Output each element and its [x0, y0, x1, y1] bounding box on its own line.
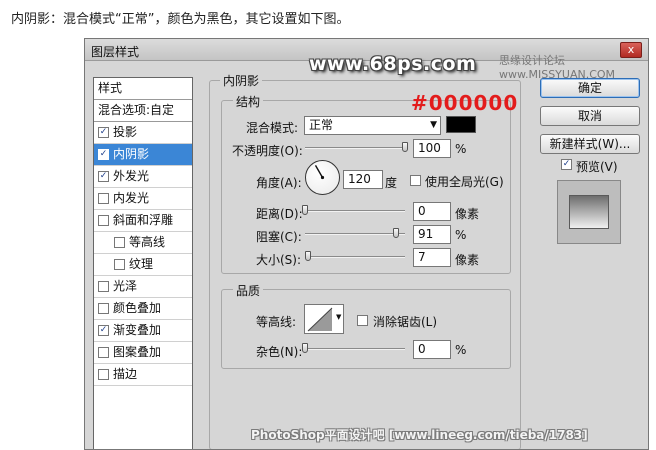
- distance-slider-thumb[interactable]: [302, 205, 308, 215]
- inner-shadow-title: 内阴影: [220, 72, 263, 89]
- angle-label: 角度(A):: [256, 176, 302, 190]
- styles-list: 样式 混合选项:自定 ✓ 投影 ✓ 内阴影 ✓ 外发光内发光斜面和浮雕等高线纹理光泽颜色叠…: [93, 77, 193, 449]
- opacity-slider-track[interactable]: [305, 147, 405, 149]
- global-light-label: 使用全局光(G): [425, 175, 504, 189]
- choke-input[interactable]: 91: [413, 225, 451, 244]
- style-item-checkbox[interactable]: ✓: [98, 127, 109, 138]
- choke-slider-thumb[interactable]: [393, 228, 399, 238]
- style-item-label: 内阴影: [113, 147, 150, 161]
- style-item[interactable]: ✓ 内阴影: [94, 144, 192, 166]
- style-item[interactable]: 等高线: [94, 232, 192, 254]
- style-item-label: 描边: [113, 367, 138, 381]
- size-unit: 像素: [455, 253, 480, 267]
- shadow-color-swatch[interactable]: [446, 116, 476, 133]
- layer-style-dialog: 图层样式 x www.68ps.com 思缘设计论坛 www.MISSYUAN.…: [84, 38, 649, 450]
- size-slider-thumb[interactable]: [305, 251, 311, 261]
- new-style-button[interactable]: 新建样式(W)...: [540, 134, 640, 154]
- contour-label: 等高线:: [256, 315, 297, 329]
- style-item-label: 内发光: [113, 191, 150, 205]
- preview-checkbox[interactable]: ✓: [561, 159, 572, 170]
- style-item-label: 图案叠加: [113, 345, 162, 359]
- antialias-checkbox[interactable]: [357, 315, 368, 326]
- angle-input[interactable]: 120: [343, 170, 383, 189]
- style-item-checkbox[interactable]: ✓: [98, 171, 109, 182]
- choke-label: 阻塞(C):: [256, 230, 302, 244]
- style-item[interactable]: 图案叠加: [94, 342, 192, 364]
- angle-dial[interactable]: [305, 160, 340, 195]
- caption-text: 内阴影：混合模式“正常”，颜色为黑色，其它设置如下图。: [11, 12, 350, 27]
- global-light-checkbox[interactable]: [410, 175, 421, 186]
- styles-header[interactable]: 样式: [94, 78, 192, 100]
- blend-mode-value: 正常: [309, 118, 334, 132]
- choke-slider-track[interactable]: [305, 233, 405, 235]
- preview-label: 预览(V): [576, 160, 618, 174]
- style-item-label: 外发光: [113, 169, 150, 183]
- noise-label: 杂色(N):: [256, 345, 303, 359]
- style-item[interactable]: 光泽: [94, 276, 192, 298]
- style-item[interactable]: 斜面和浮雕: [94, 210, 192, 232]
- style-item[interactable]: 纹理: [94, 254, 192, 276]
- bottom-watermark: PhotoShop平面设计吧 [www.lineeg.com/tieba/178…: [251, 428, 588, 442]
- style-item-label: 斜面和浮雕: [113, 213, 174, 227]
- dialog-title: 图层样式: [91, 45, 140, 59]
- style-item[interactable]: 内发光: [94, 188, 192, 210]
- opacity-input[interactable]: 100: [413, 139, 451, 158]
- style-item-label: 颜色叠加: [113, 301, 162, 315]
- style-item[interactable]: ✓ 渐变叠加: [94, 320, 192, 342]
- style-item-label: 投影: [113, 125, 138, 139]
- style-item-checkbox[interactable]: [98, 347, 109, 358]
- contour-curve-icon: ▼: [307, 307, 342, 332]
- opacity-label: 不透明度(O):: [232, 144, 303, 158]
- size-slider-track[interactable]: [305, 256, 405, 258]
- structure-title: 结构: [233, 93, 264, 110]
- quality-title: 品质: [233, 282, 264, 299]
- style-item-checkbox[interactable]: [98, 193, 109, 204]
- style-item[interactable]: 描边: [94, 364, 192, 386]
- style-item-label: 光泽: [113, 279, 138, 293]
- style-item[interactable]: 颜色叠加: [94, 298, 192, 320]
- noise-input[interactable]: 0: [413, 340, 451, 359]
- choke-unit: %: [455, 228, 467, 242]
- distance-unit: 像素: [455, 207, 480, 221]
- style-item-checkbox[interactable]: [98, 369, 109, 380]
- opacity-slider-thumb[interactable]: [402, 142, 408, 152]
- style-item-checkbox[interactable]: ✓: [98, 149, 109, 160]
- style-item-checkbox[interactable]: [98, 215, 109, 226]
- angle-needle-icon: [314, 165, 325, 180]
- chevron-down-icon: ▼: [430, 120, 437, 130]
- forum-watermark: 思缘设计论坛 www.MISSYUAN.COM: [499, 54, 616, 81]
- opacity-unit: %: [455, 142, 467, 156]
- style-item-checkbox[interactable]: ✓: [98, 325, 109, 336]
- blend-options-item[interactable]: 混合选项:自定: [94, 100, 192, 122]
- style-item-checkbox[interactable]: [114, 237, 125, 248]
- noise-slider-thumb[interactable]: [302, 343, 308, 353]
- size-input[interactable]: 7: [413, 248, 451, 267]
- noise-slider-track[interactable]: [305, 348, 405, 350]
- cancel-button[interactable]: 取消: [540, 106, 640, 126]
- blend-mode-label: 混合模式:: [246, 121, 299, 135]
- style-item-checkbox[interactable]: [114, 259, 125, 270]
- blend-mode-select[interactable]: 正常 ▼: [304, 116, 441, 135]
- style-item[interactable]: ✓ 外发光: [94, 166, 192, 188]
- contour-picker[interactable]: ▼: [304, 304, 344, 334]
- style-item-checkbox[interactable]: [98, 303, 109, 314]
- size-label: 大小(S):: [256, 253, 302, 267]
- preview-thumbnail: [557, 180, 621, 244]
- style-item-label: 渐变叠加: [113, 323, 162, 337]
- style-item-label: 等高线: [129, 235, 166, 249]
- color-hex-annotation: #000000: [411, 91, 519, 115]
- distance-label: 距离(D):: [256, 207, 303, 221]
- style-item[interactable]: ✓ 投影: [94, 122, 192, 144]
- svg-text:▼: ▼: [336, 313, 342, 321]
- style-item-checkbox[interactable]: [98, 281, 109, 292]
- antialias-label: 消除锯齿(L): [373, 315, 438, 329]
- style-item-label: 纹理: [129, 257, 154, 271]
- site-watermark: www.68ps.com: [309, 53, 477, 75]
- distance-slider-track[interactable]: [305, 210, 405, 212]
- distance-input[interactable]: 0: [413, 202, 451, 221]
- ok-button[interactable]: 确定: [540, 78, 640, 98]
- noise-unit: %: [455, 343, 467, 357]
- preview-swatch: [569, 195, 609, 229]
- angle-unit: 度: [385, 176, 398, 190]
